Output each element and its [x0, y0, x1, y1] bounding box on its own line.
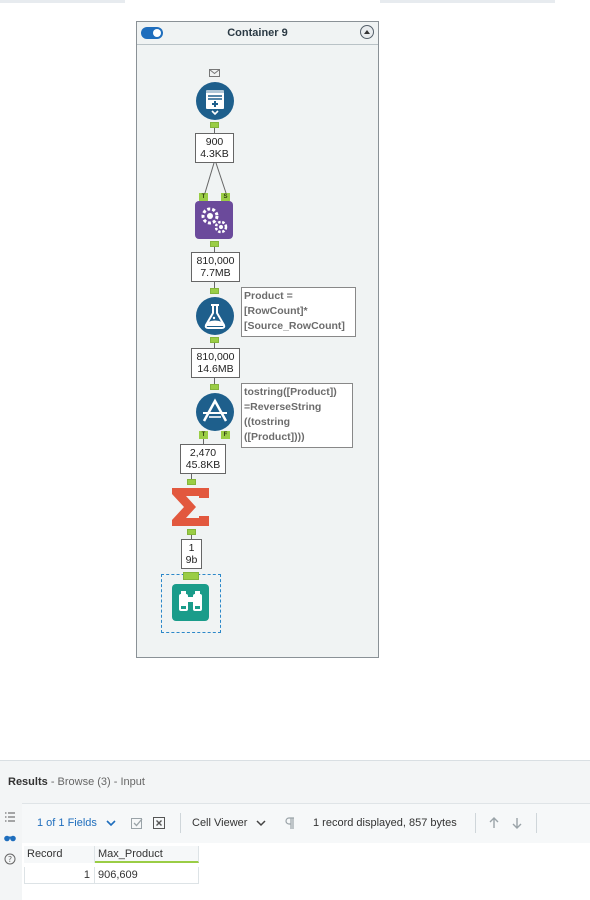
- results-heading: Results: [8, 776, 48, 788]
- results-grid[interactable]: Record Max_Product 1 906,609: [22, 843, 590, 900]
- record-count: 2,470: [189, 447, 217, 459]
- table-cell-max-product[interactable]: 906,609: [95, 867, 199, 884]
- results-subtitle: - Browse (3) - Input: [50, 776, 145, 788]
- record-status: 1 record displayed, 857 bytes: [313, 817, 457, 829]
- pilcrow-icon[interactable]: [283, 816, 297, 830]
- column-header-record[interactable]: Record: [24, 846, 95, 863]
- collapse-icon[interactable]: [360, 25, 374, 39]
- tab-strip-left: [0, 0, 125, 3]
- svg-text:?: ?: [8, 855, 12, 864]
- data-size: 9b: [185, 554, 198, 566]
- tool-container[interactable]: Container 9 900 4.3KB T S 810,000 7.7MB …: [136, 21, 379, 658]
- toolbar-divider: [536, 813, 537, 833]
- workflow-canvas[interactable]: Container 9 900 4.3KB T S 810,000 7.7MB …: [0, 4, 590, 760]
- filter-true-anchor[interactable]: T: [199, 431, 208, 439]
- annotation-line: ([Product]))): [244, 431, 305, 443]
- fields-selector[interactable]: 1 of 1 Fields: [37, 817, 97, 829]
- toolbar-divider: [180, 813, 181, 833]
- record-count-box: 810,000 7.7MB: [191, 252, 240, 282]
- data-size: 45.8KB: [185, 459, 221, 471]
- input-anchor[interactable]: [210, 288, 219, 294]
- envelope-icon: [209, 69, 220, 77]
- input-anchor[interactable]: [210, 384, 219, 390]
- text-input-icon[interactable]: [195, 81, 235, 121]
- record-count-box: 810,000 14.6MB: [191, 348, 240, 378]
- record-count-box: 900 4.3KB: [195, 133, 234, 163]
- connection-lines: [204, 163, 227, 194]
- chevron-down-icon[interactable]: [104, 816, 118, 830]
- record-count: 810,000: [196, 255, 235, 267]
- toolbar-divider: [475, 813, 476, 833]
- cell-viewer-button[interactable]: Cell Viewer: [192, 817, 247, 829]
- results-panel: Results - Browse (3) - Input ? 1 of 1 Fi…: [0, 760, 590, 900]
- arrow-up-icon[interactable]: [487, 816, 501, 830]
- append-target-anchor[interactable]: T: [199, 193, 208, 201]
- annotation-line: [RowCount]*: [244, 305, 308, 317]
- record-count: 810,000: [196, 351, 235, 363]
- filter-false-anchor[interactable]: F: [221, 431, 230, 439]
- record-count-box: 1 9b: [181, 539, 202, 569]
- annotation-line: [Source_RowCount]: [244, 320, 345, 332]
- record-count: 900: [205, 136, 224, 148]
- tab-strip-right: [380, 0, 555, 3]
- record-count-box: 2,470 45.8KB: [180, 444, 226, 474]
- arrow-down-icon[interactable]: [510, 816, 524, 830]
- input-anchor[interactable]: [187, 479, 196, 485]
- select-all-icon[interactable]: [130, 816, 144, 830]
- container-header: Container 9: [137, 22, 378, 45]
- table-cell-record[interactable]: 1: [24, 867, 95, 884]
- chevron-down-icon[interactable]: [254, 816, 268, 830]
- data-size: 7.7MB: [200, 267, 231, 279]
- results-toolbar: 1 of 1 Fields Cell Viewer 1 record displ…: [22, 803, 590, 845]
- help-icon[interactable]: ?: [4, 853, 16, 865]
- append-source-anchor[interactable]: S: [221, 193, 230, 201]
- column-header-max-product[interactable]: Max_Product: [95, 846, 199, 863]
- filter-annotation: tostring([Product]) =ReverseString ((tos…: [241, 383, 353, 448]
- append-fields-icon[interactable]: [195, 201, 233, 239]
- binoculars-icon[interactable]: [4, 831, 16, 843]
- container-title: Container 9: [227, 27, 288, 39]
- record-count: 1: [188, 542, 195, 554]
- deselect-all-icon[interactable]: [152, 816, 166, 830]
- filter-icon[interactable]: [195, 392, 235, 432]
- list-icon[interactable]: [4, 811, 16, 823]
- annotation-line: =ReverseString: [244, 401, 322, 413]
- summarize-icon[interactable]: [171, 487, 211, 527]
- results-title: Results - Browse (3) - Input: [8, 776, 145, 788]
- annotation-line: Product =: [244, 290, 293, 302]
- browse-icon[interactable]: [172, 584, 209, 621]
- data-size: 14.6MB: [197, 363, 234, 375]
- formula-annotation: Product = [RowCount]* [Source_RowCount]: [241, 287, 356, 337]
- data-size: 4.3KB: [200, 148, 229, 160]
- annotation-line: ((tostring: [244, 416, 291, 428]
- results-side-rail: ?: [0, 803, 20, 900]
- input-anchor[interactable]: [183, 572, 199, 580]
- annotation-line: tostring([Product]): [244, 386, 337, 398]
- formula-icon[interactable]: [195, 296, 235, 336]
